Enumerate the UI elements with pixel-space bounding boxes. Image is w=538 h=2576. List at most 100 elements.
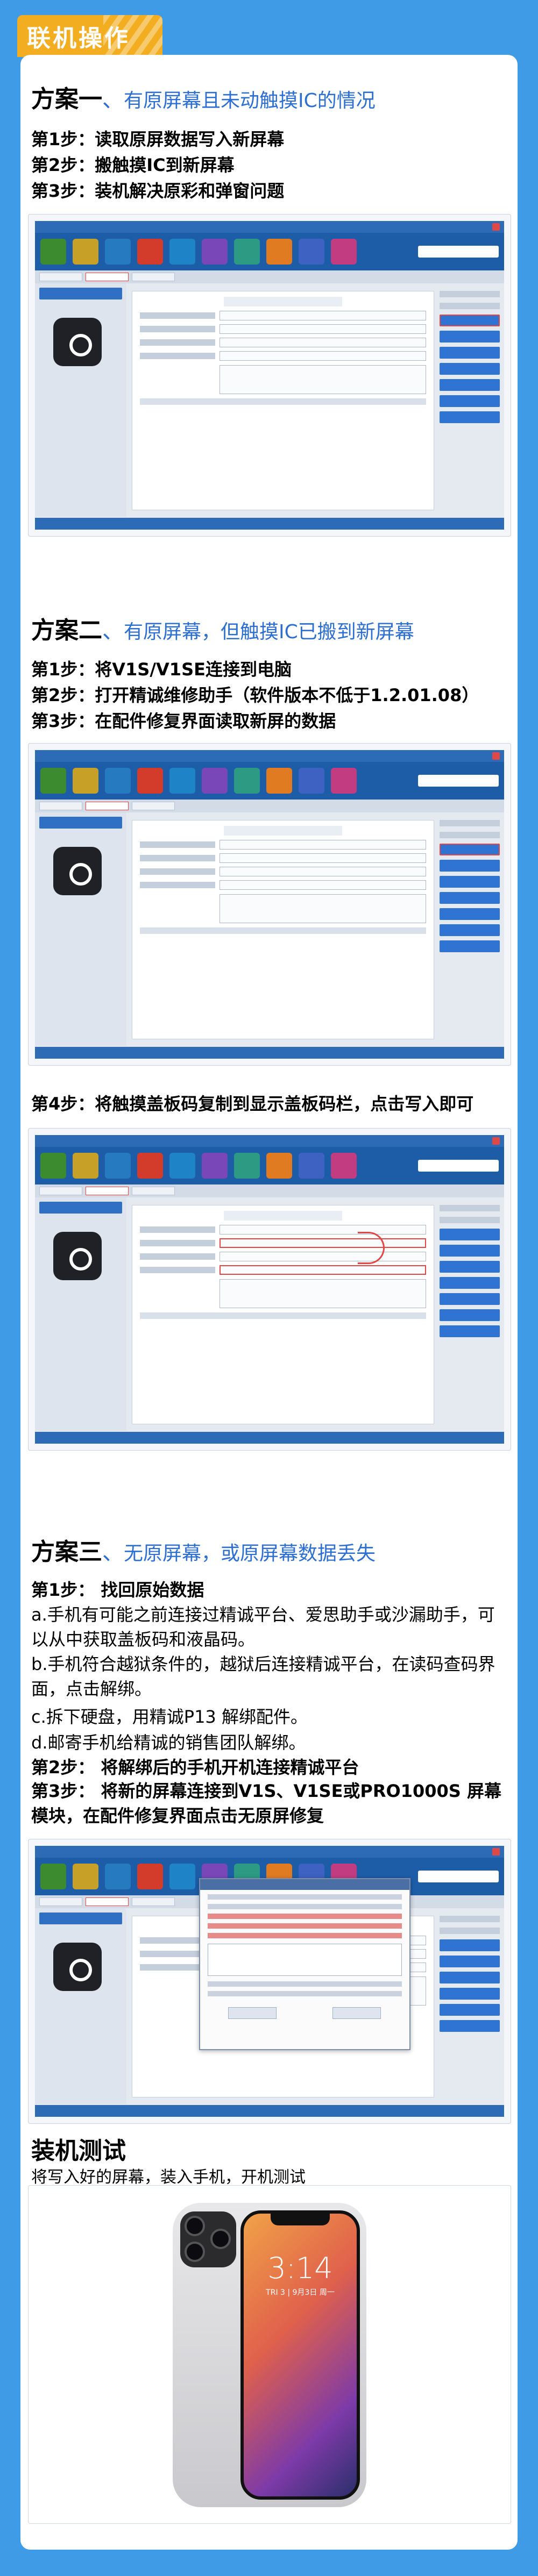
- action-button[interactable]: [440, 892, 500, 904]
- action-button[interactable]: [440, 363, 500, 375]
- action-button[interactable]: [440, 1325, 500, 1337]
- tab[interactable]: [39, 1897, 82, 1906]
- tool-icon[interactable]: [234, 239, 260, 265]
- tool-icon[interactable]: [169, 1864, 195, 1889]
- cover-code-field[interactable]: [220, 338, 426, 347]
- tool-icon[interactable]: [137, 239, 163, 265]
- action-button[interactable]: [440, 908, 500, 920]
- action-button[interactable]: [440, 1309, 500, 1321]
- tool-icon[interactable]: [137, 768, 163, 794]
- write-button[interactable]: [440, 860, 500, 872]
- model-field[interactable]: [220, 1225, 426, 1235]
- tool-icon[interactable]: [331, 768, 357, 794]
- search-input[interactable]: [418, 246, 499, 258]
- touch-code-field[interactable]: [220, 880, 426, 890]
- device-button[interactable]: [39, 1202, 122, 1214]
- tab[interactable]: [39, 802, 82, 810]
- tool-icon[interactable]: [331, 1153, 357, 1179]
- action-button[interactable]: [440, 411, 500, 423]
- dialog-input[interactable]: [208, 1944, 402, 1976]
- display-code-field[interactable]: [220, 1238, 426, 1248]
- action-button[interactable]: [440, 379, 500, 391]
- action-button[interactable]: [440, 940, 500, 952]
- tool-icon[interactable]: [299, 768, 324, 794]
- device-button[interactable]: [39, 288, 122, 299]
- search-input[interactable]: [418, 775, 499, 787]
- search-input[interactable]: [418, 1871, 499, 1882]
- action-button[interactable]: [440, 1293, 500, 1305]
- tool-icon[interactable]: [169, 1153, 195, 1179]
- tab-accessory-repair[interactable]: [86, 1187, 129, 1195]
- data-textarea[interactable]: [220, 365, 426, 394]
- tab[interactable]: [132, 802, 175, 810]
- read-data-button[interactable]: [440, 844, 500, 855]
- close-icon[interactable]: [492, 1848, 500, 1856]
- tab[interactable]: [132, 1187, 175, 1195]
- close-icon[interactable]: [492, 1137, 500, 1145]
- tool-icon[interactable]: [266, 239, 292, 265]
- action-button[interactable]: [440, 1988, 500, 2000]
- tab[interactable]: [132, 273, 175, 281]
- dialog-cancel-button[interactable]: [332, 2007, 381, 2019]
- tool-icon[interactable]: [73, 1153, 98, 1179]
- action-button[interactable]: [440, 2004, 500, 2016]
- tool-icon[interactable]: [73, 1864, 98, 1889]
- tool-icon[interactable]: [266, 768, 292, 794]
- data-textarea[interactable]: [220, 894, 426, 923]
- tool-icon[interactable]: [331, 239, 357, 265]
- action-button[interactable]: [440, 924, 500, 936]
- tool-icon[interactable]: [40, 768, 66, 794]
- tool-icon[interactable]: [105, 239, 131, 265]
- write-button[interactable]: [440, 1956, 500, 1967]
- tool-icon[interactable]: [299, 239, 324, 265]
- search-input[interactable]: [418, 1160, 499, 1172]
- action-button[interactable]: [440, 876, 500, 888]
- tool-icon[interactable]: [299, 1153, 324, 1179]
- tool-icon[interactable]: [40, 239, 66, 265]
- tool-icon[interactable]: [137, 1864, 163, 1889]
- tool-icon[interactable]: [73, 239, 98, 265]
- close-icon[interactable]: [492, 752, 500, 760]
- tab-accessory-repair[interactable]: [86, 1897, 129, 1906]
- tool-icon[interactable]: [40, 1864, 66, 1889]
- device-button[interactable]: [39, 1913, 122, 1924]
- close-icon[interactable]: [492, 223, 500, 231]
- tool-icon[interactable]: [202, 239, 228, 265]
- tool-icon[interactable]: [234, 1153, 260, 1179]
- display-code-field[interactable]: [220, 853, 426, 863]
- cover-code-field[interactable]: [220, 1252, 426, 1261]
- tool-icon[interactable]: [169, 239, 195, 265]
- tool-icon[interactable]: [234, 768, 260, 794]
- tool-icon[interactable]: [105, 1153, 131, 1179]
- tab[interactable]: [132, 1897, 175, 1906]
- tab-accessory-repair[interactable]: [86, 802, 129, 810]
- tool-icon[interactable]: [40, 1153, 66, 1179]
- tool-icon[interactable]: [105, 768, 131, 794]
- action-button[interactable]: [440, 2020, 500, 2032]
- touch-code-field[interactable]: [220, 351, 426, 361]
- data-textarea[interactable]: [220, 1279, 426, 1308]
- action-button[interactable]: [440, 1972, 500, 1983]
- dialog-ok-button[interactable]: [228, 2007, 277, 2019]
- tab[interactable]: [39, 1187, 82, 1195]
- write-button[interactable]: [440, 331, 500, 342]
- action-button[interactable]: [440, 347, 500, 359]
- device-button[interactable]: [39, 817, 122, 829]
- tab[interactable]: [39, 273, 82, 281]
- display-code-field[interactable]: [220, 324, 426, 334]
- action-button[interactable]: [440, 1277, 500, 1289]
- action-button[interactable]: [440, 1261, 500, 1273]
- tool-icon[interactable]: [105, 1864, 131, 1889]
- tool-icon[interactable]: [73, 768, 98, 794]
- touch-code-field[interactable]: [220, 1265, 426, 1275]
- tool-icon[interactable]: [137, 1153, 163, 1179]
- read-data-button[interactable]: [440, 1229, 500, 1240]
- action-button[interactable]: [440, 395, 500, 407]
- tool-icon[interactable]: [202, 768, 228, 794]
- cover-code-field[interactable]: [220, 867, 426, 876]
- tool-icon[interactable]: [202, 1153, 228, 1179]
- tab-accessory-repair[interactable]: [86, 273, 129, 281]
- tool-icon[interactable]: [266, 1153, 292, 1179]
- tool-icon[interactable]: [169, 768, 195, 794]
- read-data-button[interactable]: [440, 315, 500, 326]
